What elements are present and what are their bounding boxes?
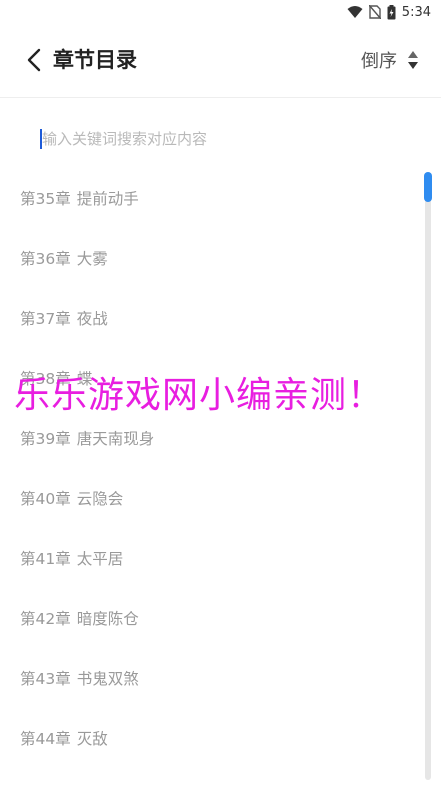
chapter-title: 大雾 (76, 250, 108, 268)
chapter-title: 太平居 (76, 550, 124, 568)
page-title: 章节目录 (53, 48, 137, 72)
back-button[interactable] (22, 46, 46, 74)
chapter-title: 暗度陈仓 (76, 610, 139, 628)
battery-charging-icon (387, 4, 396, 20)
search-input[interactable] (40, 130, 400, 148)
chapter-title: 唐天南现身 (76, 430, 155, 448)
chapter-item[interactable]: 第43章 书鬼双煞 (0, 648, 441, 708)
sort-updown-icon (408, 51, 418, 69)
chapter-number: 第42章 (20, 610, 71, 628)
chapter-item[interactable]: 第35章 提前动手 (0, 168, 441, 228)
wifi-icon (347, 5, 363, 19)
sort-order-button[interactable]: 倒序 (361, 44, 419, 76)
chapter-number: 第43章 (20, 670, 71, 688)
chapter-item[interactable]: 第37章 夜战 (0, 288, 441, 348)
chapter-title: 书鬼双煞 (76, 670, 139, 688)
chapter-number: 第40章 (20, 490, 71, 508)
chapter-item[interactable]: 第44章 灭敌 (0, 708, 441, 768)
chapter-item[interactable]: 第42章 暗度陈仓 (0, 588, 441, 648)
chapter-item[interactable]: 第36章 大雾 (0, 228, 441, 288)
chapter-number: 第41章 (20, 550, 71, 568)
chapter-item[interactable]: 第40章 云隐会 (0, 468, 441, 528)
scrollbar[interactable] (424, 172, 432, 780)
scroll-thumb[interactable] (424, 172, 432, 202)
search-row (40, 124, 400, 154)
chapter-number: 第44章 (20, 730, 71, 748)
chapter-number: 第37章 (20, 310, 71, 328)
status-time: 5:34 (401, 4, 431, 20)
chapter-item[interactable]: 第41章 太平居 (0, 528, 441, 588)
status-bar: 5:34 (0, 0, 441, 24)
chapter-title: 云隐会 (76, 490, 124, 508)
chevron-left-icon (27, 48, 41, 72)
watermark-text: 乐乐游戏网小编亲测！ (14, 375, 385, 416)
chapter-title: 夜战 (76, 310, 108, 328)
no-sim-icon (368, 5, 381, 19)
text-caret (40, 129, 42, 149)
chapter-title: 提前动手 (76, 190, 139, 208)
chapter-number: 第36章 (20, 250, 71, 268)
header: 章节目录 倒序 (0, 24, 441, 98)
chapter-title: 灭敌 (76, 730, 108, 748)
sort-label: 倒序 (361, 51, 397, 72)
chapter-list: 第35章 提前动手 第36章 大雾 第37章 夜战 第38章蝶 第39章 唐天南现身 第… (0, 168, 441, 768)
chapter-number: 第35章 (20, 190, 71, 208)
chapter-number: 第39章 (20, 430, 71, 448)
